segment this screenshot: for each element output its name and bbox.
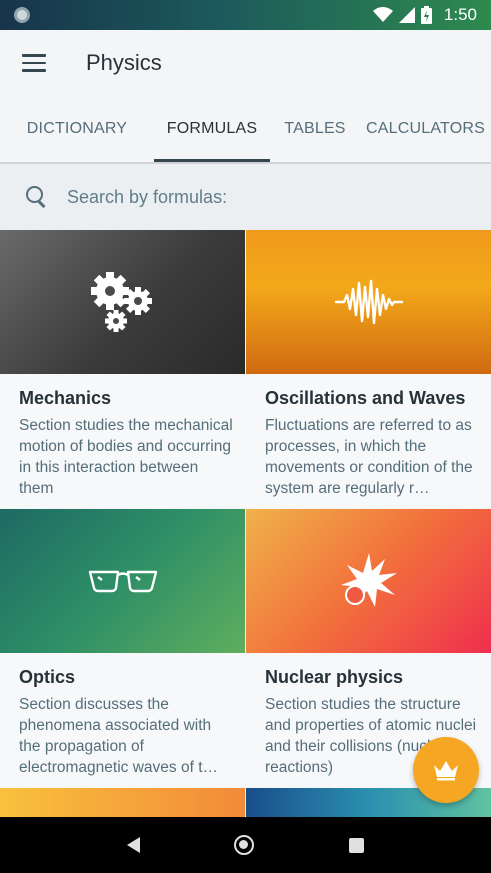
tab-tables[interactable]: TABLES — [270, 96, 360, 162]
tab-calculators[interactable]: CALCULATORS — [360, 96, 491, 162]
app-bar: Physics — [0, 30, 491, 96]
section-card-partial[interactable] — [0, 788, 245, 818]
recent-apps-icon[interactable] — [348, 837, 364, 853]
section-card-mechanics[interactable]: Mechanics Section studies the mechanical… — [0, 230, 245, 508]
wifi-icon — [372, 7, 393, 22]
card-image — [0, 230, 245, 374]
status-indicators: 1:50 — [372, 5, 477, 25]
card-description: Section discusses the phenomena associat… — [19, 696, 219, 776]
system-nav-bar — [0, 817, 491, 873]
card-image — [0, 509, 245, 653]
tab-bar: DICTIONARY FORMULAS TABLES CALCULATORS — [0, 96, 491, 162]
notification-icon — [14, 7, 30, 23]
card-title: Nuclear physics — [265, 667, 404, 687]
card-image — [246, 230, 491, 374]
home-icon[interactable] — [234, 835, 255, 855]
search-input[interactable] — [67, 186, 447, 208]
page-title: Physics — [86, 50, 162, 75]
section-card-oscillations-and-waves[interactable]: Oscillations and Waves Fluctuations are … — [246, 230, 491, 508]
card-title: Mechanics — [19, 388, 112, 408]
status-time: 1:50 — [443, 5, 477, 24]
status-bar: 1:50 — [0, 0, 491, 30]
wave-icon — [334, 279, 403, 325]
crown-icon — [434, 761, 458, 781]
search-bar — [0, 164, 491, 230]
back-icon[interactable] — [127, 837, 141, 853]
section-card-optics[interactable]: Optics Section discusses the phenomena a… — [0, 509, 245, 787]
card-title: Optics — [19, 667, 76, 687]
signal-icon — [398, 7, 415, 23]
search-icon[interactable] — [26, 186, 48, 208]
card-image — [246, 509, 491, 653]
explosion-icon — [340, 553, 397, 607]
premium-fab-button[interactable] — [413, 737, 479, 803]
battery-icon — [420, 6, 432, 24]
tab-dictionary[interactable]: DICTIONARY — [0, 96, 154, 162]
menu-icon[interactable] — [22, 54, 46, 72]
gears-icon — [90, 272, 152, 332]
card-description: Section studies the mechanical motion of… — [19, 417, 233, 497]
card-description: Fluctuations are referred to as processe… — [265, 417, 473, 497]
card-image — [0, 788, 245, 818]
glasses-icon — [88, 570, 157, 593]
tab-formulas[interactable]: FORMULAS — [154, 96, 270, 162]
card-title: Oscillations and Waves — [265, 388, 466, 408]
